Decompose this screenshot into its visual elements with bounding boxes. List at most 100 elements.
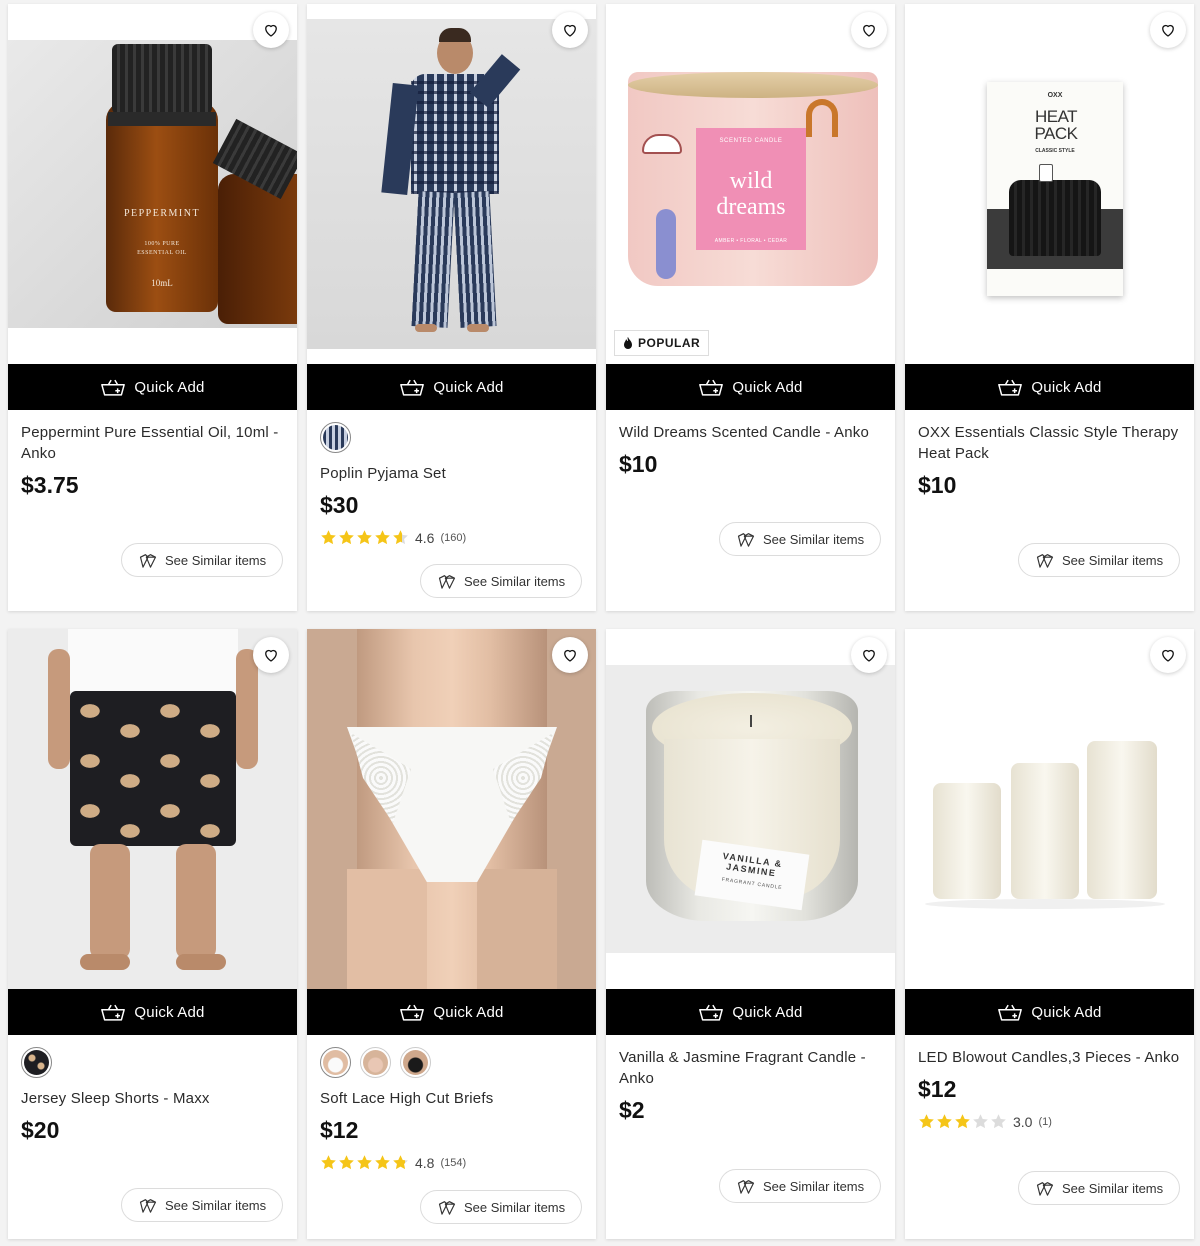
wishlist-heart-icon[interactable] (552, 637, 588, 673)
quick-add-label: Quick Add (433, 378, 504, 396)
see-similar-button[interactable]: See Similar items (420, 564, 583, 598)
product-price: $12 (918, 1076, 957, 1102)
rating-value: 4.8 (415, 1154, 435, 1171)
quick-add-label: Quick Add (1031, 378, 1102, 396)
color-swatch[interactable] (360, 1047, 391, 1078)
product-image[interactable]: VANILLA & JASMINE FRAGRANT CANDLE (606, 629, 895, 989)
star-icon (973, 1114, 988, 1129)
see-similar-button[interactable]: See Similar items (1018, 543, 1181, 577)
product-image[interactable] (307, 4, 596, 364)
candle-label-top: SCENTED CANDLE (719, 138, 783, 144)
product-image[interactable]: SCENTED CANDLE wild dreams AMBER • FLORA… (606, 4, 895, 364)
product-card[interactable]: Quick Add LED Blowout Candles,3 Pieces -… (905, 629, 1194, 1239)
product-title[interactable]: LED Blowout Candles,3 Pieces - Anko (918, 1047, 1182, 1068)
see-similar-button[interactable]: See Similar items (719, 522, 882, 556)
star-icon (357, 530, 372, 545)
star-icon (339, 1155, 354, 1170)
product-card[interactable]: Quick Add Poplin Pyjama Set $30 4.6 (160… (307, 4, 596, 611)
flame-icon (624, 337, 632, 349)
star-icon (393, 1155, 408, 1170)
product-card[interactable]: PEPPERMINT 100% PURE ESSENTIAL OIL 10mL … (8, 4, 297, 611)
wishlist-heart-icon[interactable] (851, 637, 887, 673)
popular-badge: POPULAR (614, 330, 710, 356)
product-image[interactable] (307, 629, 596, 989)
similar-icon (437, 573, 457, 590)
popular-badge-label: POPULAR (638, 336, 701, 350)
see-similar-button[interactable]: See Similar items (420, 1190, 583, 1224)
basket-icon (100, 378, 126, 397)
quick-add-label: Quick Add (732, 378, 803, 396)
product-price: $3.75 (21, 472, 79, 498)
basket-icon (698, 1003, 724, 1022)
quick-add-button[interactable]: Quick Add (606, 364, 895, 410)
similar-icon (1035, 552, 1055, 569)
star-icon (937, 1114, 952, 1129)
product-title[interactable]: Vanilla & Jasmine Fragrant Candle - Anko (619, 1047, 883, 1089)
quick-add-button[interactable]: Quick Add (307, 364, 596, 410)
quick-add-button[interactable]: Quick Add (8, 364, 297, 410)
product-image[interactable]: PEPPERMINT 100% PURE ESSENTIAL OIL 10mL (8, 4, 297, 364)
box-title: HEAT PACK (1034, 107, 1078, 143)
wishlist-heart-icon[interactable] (552, 12, 588, 48)
product-price: $10 (619, 451, 658, 477)
product-card[interactable]: Quick Add Jersey Sleep Shorts - Maxx $20… (8, 629, 297, 1239)
wishlist-heart-icon[interactable] (253, 12, 289, 48)
color-swatch[interactable] (400, 1047, 431, 1078)
product-card[interactable]: Quick Add Soft Lace High Cut Briefs $12 … (307, 629, 596, 1239)
star-icon (375, 530, 390, 545)
product-title[interactable]: OXX Essentials Classic Style Therapy Hea… (918, 422, 1182, 464)
quick-add-button[interactable]: Quick Add (307, 989, 596, 1035)
rating-stars (918, 1113, 1007, 1130)
product-image[interactable] (8, 629, 297, 989)
wishlist-heart-icon[interactable] (1150, 12, 1186, 48)
quick-add-button[interactable]: Quick Add (8, 989, 297, 1035)
star-icon (393, 530, 408, 545)
quick-add-label: Quick Add (433, 1003, 504, 1021)
color-swatch[interactable] (320, 1047, 351, 1078)
review-count: (160) (440, 531, 467, 544)
see-similar-button[interactable]: See Similar items (1018, 1171, 1181, 1205)
quick-add-button[interactable]: Quick Add (905, 364, 1194, 410)
product-card[interactable]: SCENTED CANDLE wild dreams AMBER • FLORA… (606, 4, 895, 611)
see-similar-label: See Similar items (464, 1199, 566, 1215)
star-icon (357, 1155, 372, 1170)
quick-add-button[interactable]: Quick Add (905, 989, 1194, 1035)
star-icon (321, 1155, 336, 1170)
similar-icon (437, 1199, 457, 1216)
basket-icon (698, 378, 724, 397)
product-card[interactable]: OXX HEAT PACK CLASSIC STYLE Quick Add OX… (905, 4, 1194, 611)
candle-label-bottom: AMBER • FLORAL • CEDAR (714, 238, 788, 244)
product-title[interactable]: Soft Lace High Cut Briefs (320, 1088, 584, 1109)
see-similar-button[interactable]: See Similar items (121, 543, 284, 577)
see-similar-button[interactable]: See Similar items (719, 1169, 882, 1203)
product-title[interactable]: Peppermint Pure Essential Oil, 10ml - An… (21, 422, 285, 464)
color-swatch[interactable] (21, 1047, 52, 1078)
product-title[interactable]: Jersey Sleep Shorts - Maxx (21, 1088, 285, 1109)
quick-add-label: Quick Add (134, 378, 205, 396)
product-title[interactable]: Poplin Pyjama Set (320, 463, 584, 484)
color-swatch[interactable] (320, 422, 351, 453)
see-similar-button[interactable]: See Similar items (121, 1188, 284, 1222)
see-similar-label: See Similar items (165, 552, 267, 568)
product-image[interactable] (905, 629, 1194, 989)
bottle-volume: 10mL (151, 278, 173, 288)
product-rating: 4.8 (154) (320, 1154, 584, 1171)
star-icon (991, 1114, 1006, 1129)
product-image[interactable]: OXX HEAT PACK CLASSIC STYLE (905, 4, 1194, 364)
star-icon (321, 530, 336, 545)
quick-add-label: Quick Add (134, 1003, 205, 1021)
box-subtitle: CLASSIC STYLE (1035, 148, 1075, 154)
product-card[interactable]: VANILLA & JASMINE FRAGRANT CANDLE Quick … (606, 629, 895, 1239)
similar-icon (1035, 1180, 1055, 1197)
basket-icon (100, 1003, 126, 1022)
similar-icon (138, 552, 158, 569)
wishlist-heart-icon[interactable] (253, 637, 289, 673)
basket-icon (399, 378, 425, 397)
see-similar-label: See Similar items (763, 1178, 865, 1194)
quick-add-label: Quick Add (732, 1003, 803, 1021)
wishlist-heart-icon[interactable] (1150, 637, 1186, 673)
product-price: $20 (21, 1117, 60, 1143)
quick-add-button[interactable]: Quick Add (606, 989, 895, 1035)
product-title[interactable]: Wild Dreams Scented Candle - Anko (619, 422, 883, 443)
wishlist-heart-icon[interactable] (851, 12, 887, 48)
